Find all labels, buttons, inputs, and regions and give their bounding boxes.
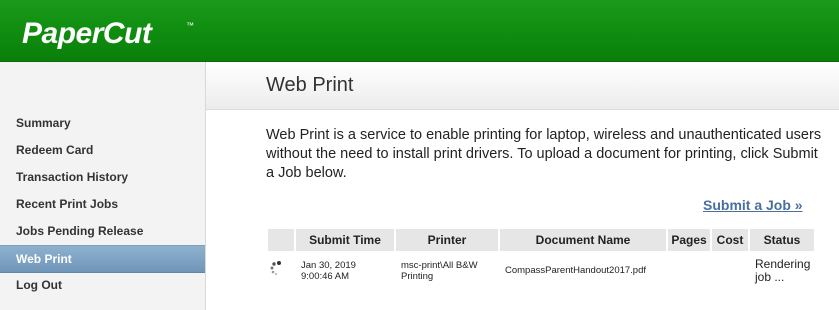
sidebar-item-summary[interactable]: Summary	[0, 110, 205, 136]
sidebar-item-redeem-card[interactable]: Redeem Card	[0, 137, 205, 163]
submit-date: Jan 30, 2019	[301, 260, 356, 271]
printer-name: msc-print\All B&W	[401, 260, 478, 271]
spinner-icon	[270, 261, 281, 276]
sidebar-item-label: Jobs Pending Release	[16, 224, 144, 238]
document-name-cell: CompassParentHandout2017.pdf	[505, 265, 647, 276]
trademark-symbol: ™	[186, 21, 194, 30]
page-description: Web Print is a service to enable printin…	[266, 127, 822, 181]
status-cell: Rendering job ...	[755, 258, 810, 284]
submit-time: 9:00:46 AM	[301, 271, 350, 282]
printer-name-cont: Printing	[401, 271, 434, 282]
title-bar: Web Print	[206, 62, 839, 110]
sidebar-item-label: Transaction History	[16, 170, 129, 184]
status-text-cont: job ...	[755, 270, 785, 284]
printer-cell: msc-print\All B&W Printing	[401, 260, 478, 282]
main-content: Web Print Web Print is a service to enab…	[206, 62, 839, 310]
papercut-logo[interactable]: PaperCut	[22, 17, 152, 51]
table-header-submit-time: Submit Time	[296, 229, 394, 251]
sidebar-item-jobs-pending-release[interactable]: Jobs Pending Release	[0, 218, 205, 244]
sidebar-item-label: Log Out	[16, 278, 62, 292]
sidebar-item-web-print[interactable]: Web Print	[0, 245, 205, 273]
table-header-cost: Cost	[712, 229, 748, 251]
sidebar-item-label: Web Print	[16, 252, 72, 266]
table-header-pages: Pages	[668, 229, 710, 251]
sidebar-item-label: Summary	[16, 116, 71, 130]
page-title: Web Print	[266, 74, 354, 96]
submit-time-cell: Jan 30, 2019 9:00:46 AM	[301, 260, 356, 282]
table-header-status: Status	[750, 229, 814, 251]
sidebar-item-label: Recent Print Jobs	[16, 197, 119, 211]
sidebar-nav: Summary Redeem Card Transaction History …	[0, 62, 206, 310]
sidebar-item-label: Redeem Card	[16, 143, 94, 157]
sidebar-item-recent-print-jobs[interactable]: Recent Print Jobs	[0, 191, 205, 217]
app-header: PaperCut ™	[0, 0, 839, 62]
table-header-icon	[268, 229, 294, 251]
sidebar-item-log-out[interactable]: Log Out	[0, 272, 205, 298]
sidebar-item-transaction-history[interactable]: Transaction History	[0, 164, 205, 190]
submit-job-link[interactable]: Submit a Job »	[703, 197, 803, 213]
table-header-document-name: Document Name	[500, 229, 666, 251]
table-header-printer: Printer	[396, 229, 498, 251]
